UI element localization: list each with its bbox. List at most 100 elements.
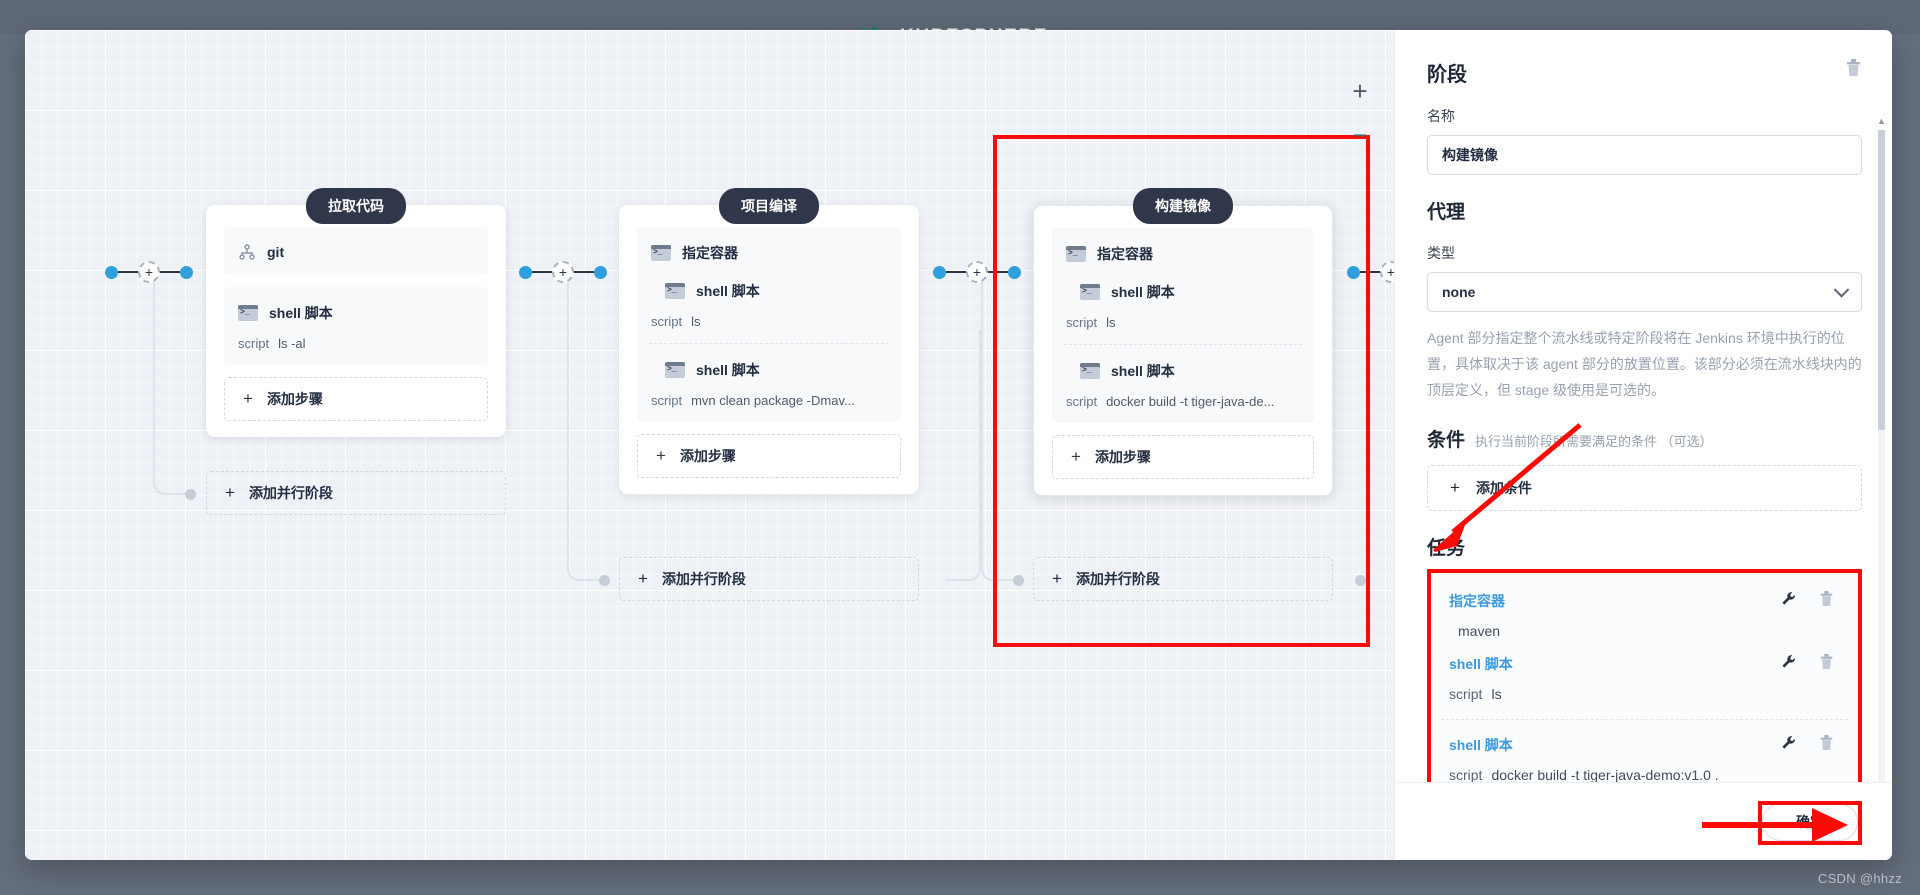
connector-dot <box>519 265 532 279</box>
add-condition-button[interactable]: + 添加条件 <box>1427 465 1862 511</box>
tasks-title: 任务 <box>1427 538 1466 559</box>
add-step-button[interactable]: + 添加步骤 <box>1052 435 1314 479</box>
git-icon <box>238 243 256 261</box>
scroll-up-icon[interactable]: ▲ <box>1877 116 1886 126</box>
step-item[interactable]: 指定容器 <box>637 227 901 277</box>
connector-dot <box>599 575 610 586</box>
steps-container: 指定容器 shell 脚本 script ls <box>1052 228 1314 423</box>
agent-type-select-wrap: none <box>1427 272 1862 312</box>
step-name: shell 脚本 <box>696 362 760 378</box>
step-item[interactable]: shell 脚本 script ls -al <box>224 287 488 365</box>
add-step-label: 添加步骤 <box>679 448 736 464</box>
add-stage-node-1[interactable]: + <box>552 261 574 283</box>
task-row[interactable]: shell 脚本 <box>1431 720 1858 782</box>
stage-card-1[interactable]: git shell 脚本 script ls -al <box>206 205 506 437</box>
connector-segment <box>574 271 594 273</box>
task-value-label: script <box>1449 686 1483 702</box>
add-step-button[interactable]: + 添加步骤 <box>637 434 901 478</box>
stage-title[interactable]: 拉取代码 <box>306 188 406 224</box>
stage-column-1: 拉取代码 git >_ shell 脚本 script ls -al + 添加步… <box>206 188 506 437</box>
tasks-list: 指定容器 maven shell 脚本 script ls shell 脚本 s… <box>1427 569 1862 782</box>
step-script: script docker build -t tiger-java-de... <box>1066 394 1300 409</box>
add-condition-label: 添加条件 <box>1475 480 1532 496</box>
task-value-label: script <box>1449 767 1483 782</box>
step-name: shell 脚本 <box>1111 284 1175 300</box>
zoom-out-button[interactable]: − <box>1348 122 1372 148</box>
step-script: script ls <box>1066 315 1300 330</box>
delete-stage-icon[interactable] <box>1845 58 1862 82</box>
panel-header: 阶段 <box>1427 58 1862 87</box>
steps-container: 指定容器 shell 脚本 script ls <box>637 227 901 422</box>
add-parallel-stage-button-2[interactable]: + 添加并行阶段 <box>619 557 919 601</box>
add-stage-node-3[interactable]: + <box>1380 261 1394 283</box>
add-parallel-stage-button-3[interactable]: + 添加并行阶段 <box>1033 557 1333 601</box>
trash-icon[interactable] <box>1819 653 1834 675</box>
task-header: 指定容器 <box>1449 590 1842 612</box>
zoom-in-button[interactable]: + <box>1348 78 1372 104</box>
step-header: shell 脚本 <box>651 281 887 301</box>
connector-dot <box>185 489 196 500</box>
script-label: script <box>651 314 683 329</box>
connector-segment <box>1360 271 1380 273</box>
connector-segment <box>946 271 966 273</box>
scrollbar-thumb[interactable] <box>1878 130 1885 430</box>
connector-parallel-3 <box>1013 575 1024 586</box>
script-value: ls <box>1106 315 1116 330</box>
agent-type-value: none <box>1442 284 1476 300</box>
connector-dot <box>105 265 118 279</box>
wrench-icon[interactable] <box>1781 591 1797 612</box>
agent-type-select[interactable]: none <box>1427 272 1862 312</box>
step-item[interactable]: git <box>224 227 488 275</box>
stage-card-3[interactable]: 指定容器 shell 脚本 script ls <box>1033 205 1333 496</box>
stage-settings-panel: 阶段 名称 代理 类型 none Agent 部分指定整 <box>1394 30 1892 860</box>
connector-parallel-1 <box>185 489 196 500</box>
step-item[interactable]: shell 脚本 script ls <box>1052 278 1314 344</box>
step-script: script mvn clean package -Dmav... <box>651 393 887 408</box>
terminal-icon <box>665 362 685 378</box>
condition-hint: 执行当前阶段所需要满足的条件 （可选） <box>1475 434 1713 449</box>
step-item[interactable]: 指定容器 <box>1052 228 1314 278</box>
stage-title[interactable]: 构建镜像 <box>1133 188 1233 224</box>
connector-dot <box>933 265 946 279</box>
stage-card-2[interactable]: 指定容器 shell 脚本 script ls <box>619 205 919 494</box>
task-name[interactable]: 指定容器 <box>1449 591 1505 611</box>
terminal-icon <box>665 283 685 299</box>
task-actions <box>1781 734 1842 756</box>
add-step-label: 添加步骤 <box>1094 449 1151 465</box>
plus-icon: + <box>1071 447 1081 466</box>
terminal-icon <box>1080 363 1100 379</box>
add-stage-node-2[interactable]: + <box>966 261 988 283</box>
task-name[interactable]: shell 脚本 <box>1449 735 1513 755</box>
pipeline-canvas[interactable]: + − + + + + 拉取代码 git >_ shell 脚本 script … <box>25 30 1394 860</box>
trash-icon[interactable] <box>1819 734 1834 756</box>
task-header: shell 脚本 <box>1449 734 1842 756</box>
script-value: docker build -t tiger-java-de... <box>1106 394 1275 409</box>
add-step-button[interactable]: + 添加步骤 <box>224 377 488 421</box>
trash-icon[interactable] <box>1819 590 1834 612</box>
confirm-button[interactable]: 确定 <box>1762 802 1858 841</box>
connector-dot <box>1355 575 1366 586</box>
task-value: script docker build -t tiger-java-demo:v1… <box>1449 767 1842 782</box>
agent-description: Agent 部分指定整个流水线或特定阶段将在 Jenkins 环境中执行的位置，… <box>1427 330 1862 398</box>
task-row[interactable]: 指定容器 maven <box>1431 581 1858 644</box>
stage-title[interactable]: 项目编译 <box>719 188 819 224</box>
add-parallel-stage-button-1[interactable]: + 添加并行阶段 <box>206 471 506 515</box>
step-item[interactable]: shell 脚本 script mvn clean package -Dmav..… <box>637 344 901 422</box>
step-item[interactable]: shell 脚本 script docker build -t tiger-jav… <box>1052 345 1314 423</box>
wrench-icon[interactable] <box>1781 654 1797 675</box>
add-stage-node-0[interactable]: + <box>138 261 160 283</box>
task-name[interactable]: shell 脚本 <box>1449 654 1513 674</box>
step-name: shell 脚本 <box>269 305 333 321</box>
task-actions <box>1781 590 1842 612</box>
script-value: ls <box>691 314 701 329</box>
task-row[interactable]: shell 脚本 <box>1431 644 1858 707</box>
step-item[interactable]: shell 脚本 script ls <box>637 277 901 343</box>
connector-2-3: + <box>933 261 1021 283</box>
stage-name-input[interactable] <box>1427 135 1862 175</box>
condition-title: 条件 <box>1427 430 1466 451</box>
task-value-text: maven <box>1458 623 1501 639</box>
wrench-icon[interactable] <box>1781 735 1797 756</box>
branch-elbow <box>153 273 193 495</box>
terminal-icon <box>238 305 258 321</box>
panel-scrollbar[interactable]: ▲ ▼ <box>1877 116 1886 860</box>
